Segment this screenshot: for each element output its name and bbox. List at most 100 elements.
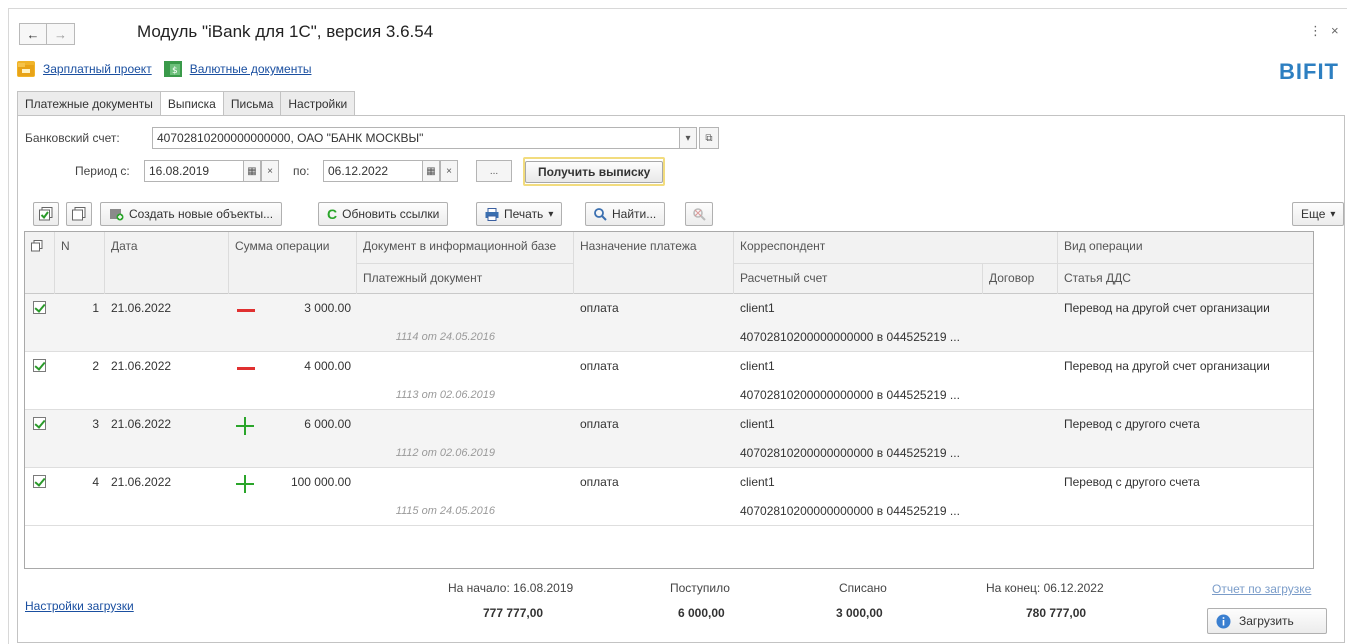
calendar-icon: ▦ <box>247 165 257 177</box>
clear-from-button[interactable]: × <box>261 160 279 182</box>
header-purpose[interactable]: Назначение платежа <box>574 232 734 294</box>
minus-icon <box>237 367 255 370</box>
back-arrow-icon: ← <box>26 26 40 42</box>
table-row[interactable]: 4 21.06.2022 100 000.00 1115 от 24.05.20… <box>25 468 1313 526</box>
period-from-field[interactable]: 16.08.2019 <box>144 160 244 182</box>
row-n: 4 <box>92 475 99 489</box>
get-statement-button[interactable]: Получить выписку <box>523 157 666 186</box>
received-value: 6 000,00 <box>678 606 725 620</box>
more-label: Еще <box>1301 207 1326 221</box>
create-objects-icon <box>110 209 124 221</box>
header-doc-in-base[interactable]: Документ в информационной базе <box>357 232 574 263</box>
header-contract[interactable]: Договор <box>983 263 1058 294</box>
header-date[interactable]: Дата <box>105 232 229 294</box>
forward-arrow-icon: → <box>54 26 67 42</box>
row-account: 40702810200000000000 в 044525219 ... <box>740 330 960 344</box>
table-row[interactable]: 2 21.06.2022 4 000.00 1113 от 02.06.2019… <box>25 352 1313 410</box>
calendar-from-button[interactable]: ▦ <box>243 160 261 182</box>
tab-letters[interactable]: Письма <box>222 91 281 116</box>
row-payment-doc[interactable]: 1113 от 02.06.2019 <box>363 389 495 401</box>
print-button[interactable]: Печать ▾ <box>476 202 563 226</box>
back-button[interactable]: ← <box>19 23 47 45</box>
svg-text:$: $ <box>172 66 178 76</box>
currency-docs-link[interactable]: Валютные документы <box>190 62 312 76</box>
check-all-icon <box>39 207 53 221</box>
info-icon <box>1216 614 1231 628</box>
create-new-objects-button[interactable]: Создать новые объекты... <box>100 202 283 226</box>
chevron-down-icon: ▾ <box>685 132 691 144</box>
bifit-logo: BIFIT <box>1279 59 1339 84</box>
load-button[interactable]: Загрузить <box>1207 608 1327 634</box>
header-account[interactable]: Расчетный счет <box>734 263 983 294</box>
tab-bar: Платежные документы Выписка Письма Настр… <box>17 91 356 116</box>
row-n: 1 <box>92 301 99 315</box>
window-title: Модуль "iBank для 1С", версия 3.6.54 <box>137 22 434 41</box>
table-row[interactable]: 1 21.06.2022 3 000.00 1114 от 24.05.2016… <box>25 294 1313 352</box>
row-purpose: оплата <box>580 475 619 489</box>
header-op-type[interactable]: Вид операции <box>1058 232 1313 263</box>
tab-payment-docs[interactable]: Платежные документы <box>17 91 160 116</box>
start-balance-label: На начало: 16.08.2019 <box>448 581 574 595</box>
row-correspondent: client1 <box>740 301 775 315</box>
clear-icon: × <box>267 165 273 177</box>
row-checkbox[interactable] <box>33 475 46 488</box>
header-amount[interactable]: Сумма операции <box>229 232 357 294</box>
header-n[interactable]: N <box>55 232 105 294</box>
end-balance-label: На конец: 06.12.2022 <box>986 581 1104 595</box>
account-dropdown-button[interactable]: ▾ <box>679 127 697 149</box>
forward-button[interactable]: → <box>47 23 75 45</box>
row-checkbox[interactable] <box>33 417 46 430</box>
search-icon <box>594 207 607 221</box>
start-balance-value: 777 777,00 <box>483 606 544 620</box>
header-dds-item[interactable]: Статья ДДС <box>1058 263 1313 294</box>
period-select-button[interactable]: ... <box>476 160 512 182</box>
find-button[interactable]: Найти... <box>585 202 666 226</box>
account-field[interactable]: 40702810200000000000, ОАО "БАНК МОСКВЫ" <box>152 127 680 149</box>
header-check-column[interactable] <box>25 232 55 294</box>
row-checkbox[interactable] <box>33 301 46 314</box>
row-account: 40702810200000000000 в 044525219 ... <box>740 388 960 402</box>
chevron-down-icon: ▾ <box>548 208 554 220</box>
uncheck-all-icon <box>72 207 86 221</box>
minus-icon <box>237 309 255 312</box>
row-amount: 100 000.00 <box>290 475 351 489</box>
clear-to-button[interactable]: × <box>440 160 458 182</box>
statement-table: N Дата Сумма операции Документ в информа… <box>24 231 1314 569</box>
load-report-link[interactable]: Отчет по загрузке <box>1212 582 1311 596</box>
refresh-icon: C <box>327 206 338 222</box>
tab-settings[interactable]: Настройки <box>280 91 356 116</box>
row-date: 21.06.2022 <box>111 359 172 373</box>
uncheck-all-button[interactable] <box>66 202 92 226</box>
cancel-search-icon <box>693 208 706 221</box>
row-account: 40702810200000000000 в 044525219 ... <box>740 504 960 518</box>
row-account: 40702810200000000000 в 044525219 ... <box>740 446 960 460</box>
load-settings-link[interactable]: Настройки загрузки <box>25 599 134 613</box>
cancel-search-button[interactable] <box>685 202 713 226</box>
row-amount: 4 000.00 <box>304 359 351 373</box>
nav-buttons: ← → <box>19 23 75 45</box>
header-payment-doc[interactable]: Платежный документ <box>357 263 574 294</box>
row-payment-doc[interactable]: 1115 от 24.05.2016 <box>363 505 495 517</box>
check-all-button[interactable] <box>33 202 59 226</box>
salary-project-link[interactable]: Зарплатный проект <box>43 62 152 76</box>
load-button-label: Загрузить <box>1239 614 1294 628</box>
calendar-to-button[interactable]: ▦ <box>422 160 440 182</box>
tab-statement[interactable]: Выписка <box>159 91 223 116</box>
more-menu-icon[interactable]: ⋮ <box>1309 23 1322 39</box>
create-new-objects-label: Создать новые объекты... <box>129 207 274 221</box>
refresh-links-button[interactable]: C Обновить ссылки <box>318 202 449 226</box>
table-row[interactable]: 3 21.06.2022 6 000.00 1112 от 02.06.2019… <box>25 410 1313 468</box>
row-purpose: оплата <box>580 301 619 315</box>
row-checkbox[interactable] <box>33 359 46 372</box>
row-payment-doc[interactable]: 1112 от 02.06.2019 <box>363 447 495 459</box>
row-n: 2 <box>92 359 99 373</box>
row-purpose: оплата <box>580 417 619 431</box>
period-to-field[interactable]: 06.12.2022 <box>323 160 423 182</box>
open-account-button[interactable]: ⧉ <box>699 127 719 149</box>
close-icon[interactable]: × <box>1331 23 1339 38</box>
more-button[interactable]: Еще ▾ <box>1292 202 1345 226</box>
header-correspondent[interactable]: Корреспондент <box>734 232 1058 263</box>
row-date: 21.06.2022 <box>111 301 172 315</box>
spent-label: Списано <box>839 581 887 595</box>
row-payment-doc[interactable]: 1114 от 24.05.2016 <box>363 331 495 343</box>
